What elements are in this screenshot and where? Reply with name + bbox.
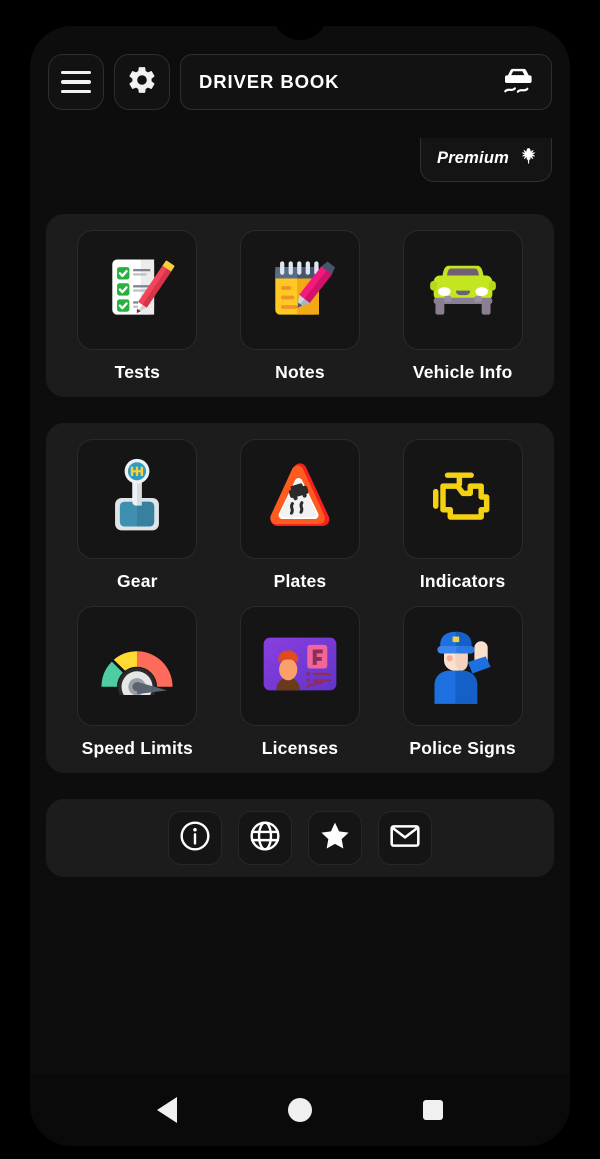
gear-icon-box[interactable] [77,439,198,559]
police-officer-icon [425,624,501,709]
rate-button[interactable] [308,811,362,865]
android-navigation-bar [30,1074,570,1146]
tile-label: Vehicle Info [412,362,513,382]
recents-square-icon [422,1100,443,1120]
police-signs-icon-box[interactable] [402,606,523,726]
tile-label: Gear [116,571,158,591]
tile-gear[interactable]: Gear [62,439,212,592]
gear-shifter-icon [101,456,173,543]
menu-button[interactable] [48,54,104,110]
tile-plates[interactable]: Plates [225,439,375,592]
website-button[interactable] [238,811,292,865]
back-button[interactable] [157,1097,178,1123]
tile-police-signs[interactable]: Police Signs [388,606,538,759]
primary-card: Tests Notes Vehicle Info [46,214,554,397]
tile-label: Notes [275,362,325,382]
car-front-icon [423,254,503,327]
back-triangle-icon [157,1097,178,1123]
tile-indicators[interactable]: Indicators [388,439,538,592]
app-title-bar[interactable]: DRIVER BOOK [180,54,552,110]
slippery-road-warning-icon [260,459,340,540]
licenses-icon-box[interactable] [239,606,360,726]
tile-speed-limits[interactable]: Speed Limits [62,606,212,759]
contact-button[interactable] [378,811,432,865]
skidding-car-icon [497,63,537,102]
tile-row: Tests Notes Vehicle Info [56,230,544,383]
tile-label: Tests [114,362,161,382]
recents-button[interactable] [422,1100,443,1120]
main-content: Tests Notes Vehicle Info Gear Plates Ind… [30,214,570,877]
notepad-pen-icon [262,250,338,331]
tile-vehicle-info[interactable]: Vehicle Info [388,230,538,383]
id-card-icon [260,633,340,700]
page-title: DRIVER BOOK [199,71,340,92]
tests-icon-box[interactable] [77,230,198,350]
app-screen: DRIVER BOOK Premium Tests Notes Vehicle … [30,26,570,1146]
globe-icon [248,819,282,858]
check-engine-icon [423,464,503,535]
tile-row: Gear Plates Indicators [56,439,544,592]
tile-licenses[interactable]: Licenses [225,606,375,759]
tile-label: Indicators [419,571,506,591]
info-circle-icon [178,819,212,858]
premium-badge[interactable]: Premium [419,138,552,182]
gear-icon [126,64,158,101]
tile-tests[interactable]: Tests [62,230,212,383]
home-circle-icon [287,1098,312,1122]
bottom-action-bar [46,799,554,877]
mail-envelope-icon [388,819,422,858]
checklist-clipboard-icon [99,250,175,331]
speedometer-gauge-icon [96,633,178,706]
tile-label: Police Signs [409,738,516,758]
speed-limits-icon-box[interactable] [77,606,198,726]
info-button[interactable] [168,811,222,865]
phone-frame: DRIVER BOOK Premium Tests Notes Vehicle … [30,26,570,1146]
leaf-icon [518,146,537,171]
secondary-card: Gear Plates Indicators Speed Limits Lice… [46,423,554,773]
premium-label: Premium [436,149,509,167]
vehicle-info-icon-box[interactable] [402,230,523,350]
tile-label: Plates [273,571,327,591]
home-button[interactable] [287,1098,312,1122]
tile-notes[interactable]: Notes [225,230,375,383]
star-icon [318,819,352,858]
tile-row: Speed Limits Licenses Police Signs [56,606,544,759]
plates-icon-box[interactable] [239,439,360,559]
settings-button[interactable] [114,54,170,110]
tile-label: Speed Limits [81,738,193,758]
hamburger-menu-icon [61,70,91,94]
tile-label: Licenses [261,738,339,758]
indicators-icon-box[interactable] [402,439,523,559]
notes-icon-box[interactable] [239,230,360,350]
